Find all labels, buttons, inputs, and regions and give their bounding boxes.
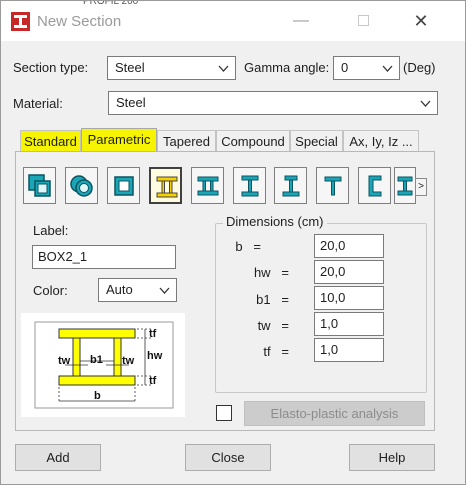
asymmetric-i-icon xyxy=(397,176,413,196)
dim-name: tw xyxy=(257,318,271,333)
box-girder-diagram-icon: tf hw tw b1 tw tf b xyxy=(34,321,174,409)
dim-name: b xyxy=(235,239,243,254)
background-window-peek: PROFIL 200 xyxy=(83,1,139,7)
gamma-unit-label: (Deg) xyxy=(403,60,436,75)
t-section-icon xyxy=(324,176,342,196)
material-value: Steel xyxy=(116,95,146,110)
add-button[interactable]: Add xyxy=(15,444,101,471)
dimensions-title: Dimensions (cm) xyxy=(223,214,327,229)
diagram-label-hw: hw xyxy=(147,350,163,362)
dim-label-tw: tw = xyxy=(219,318,289,333)
label-caption: Label: xyxy=(33,223,69,238)
dim-label-b1: b1 = xyxy=(219,292,289,307)
shape-i-beam-button[interactable] xyxy=(233,167,266,204)
i-beam-narrow-icon xyxy=(282,175,300,197)
dim-name: tf xyxy=(263,344,271,359)
color-value: Auto xyxy=(106,282,133,297)
shape-strip-scroll-right[interactable]: > xyxy=(415,178,427,196)
tab-standard[interactable]: Standard xyxy=(20,130,81,152)
title-bar: PROFIL 200 New Section — ✕ xyxy=(1,1,465,41)
minimize-button[interactable]: — xyxy=(281,7,321,35)
window-title: New Section xyxy=(37,13,122,30)
close-window-button[interactable]: ✕ xyxy=(401,7,441,35)
diagram-label-tw-right: tw xyxy=(122,355,135,367)
elasto-plastic-checkbox[interactable] xyxy=(216,405,232,421)
dim-input-tf[interactable]: 1,0 xyxy=(314,338,384,362)
shape-double-tube-button[interactable] xyxy=(65,167,98,204)
dim-name: hw xyxy=(253,265,271,280)
dim-input-b1[interactable]: 10,0 xyxy=(314,286,384,310)
elasto-plastic-analysis-button[interactable]: Elasto-plastic analysis xyxy=(244,401,425,426)
shape-i-beam-wide-button[interactable] xyxy=(191,167,224,204)
tab-parametric[interactable]: Parametric xyxy=(81,128,157,152)
dim-label-tf: tf = xyxy=(219,344,289,359)
app-icon xyxy=(11,12,30,31)
dim-input-b[interactable]: 20,0 xyxy=(314,234,384,258)
material-label: Material: xyxy=(13,96,63,111)
chevron-down-icon xyxy=(159,287,170,294)
diagram-label-tf-top: tf xyxy=(149,328,157,340)
shape-t-section-button[interactable] xyxy=(316,167,349,204)
shape-double-box-button[interactable] xyxy=(23,167,56,204)
shape-box-button[interactable] xyxy=(107,167,140,204)
i-beam-wide-icon xyxy=(197,176,219,196)
dim-label-hw: hw = xyxy=(219,265,289,280)
maximize-button[interactable] xyxy=(343,7,383,35)
diagram-label-tw-left: tw xyxy=(58,355,71,367)
chevron-down-icon xyxy=(382,65,393,72)
section-diagram: tf hw tw b1 tw tf b xyxy=(21,313,185,417)
color-caption: Color: xyxy=(33,283,68,298)
diagram-label-b: b xyxy=(94,390,101,402)
gamma-angle-label: Gamma angle: xyxy=(244,60,330,75)
dim-name: b1 xyxy=(256,292,271,307)
double-tube-icon xyxy=(70,175,93,197)
dim-input-tw[interactable]: 1,0 xyxy=(314,312,384,336)
close-button[interactable]: Close xyxy=(185,444,271,471)
channel-icon xyxy=(368,175,382,197)
label-input[interactable]: BOX2_1 xyxy=(32,245,176,269)
gamma-angle-select[interactable]: 0 xyxy=(333,56,400,80)
dim-input-hw[interactable]: 20,0 xyxy=(314,260,384,284)
dim-eq: = xyxy=(281,292,289,307)
section-type-value: Steel xyxy=(115,60,145,75)
new-section-dialog: PROFIL 200 New Section — ✕ Section type:… xyxy=(0,0,466,485)
double-box-icon xyxy=(28,174,51,197)
shape-channel-button[interactable] xyxy=(358,167,391,204)
box-icon xyxy=(114,176,134,196)
gamma-angle-value: 0 xyxy=(341,60,349,75)
diagram-label-b1: b1 xyxy=(90,354,103,366)
chevron-down-icon xyxy=(218,65,229,72)
tab-ax-iy-iz[interactable]: Ax, Iy, Iz ... xyxy=(343,130,419,152)
dim-eq: = xyxy=(281,318,289,333)
color-select[interactable]: Auto xyxy=(98,278,177,302)
tab-special[interactable]: Special xyxy=(290,130,343,152)
tab-tapered[interactable]: Tapered xyxy=(157,130,216,152)
dim-eq: = xyxy=(253,239,261,254)
shape-i-beam-narrow-button[interactable] xyxy=(274,167,307,204)
shape-i-beam-selected-button[interactable] xyxy=(149,167,182,204)
chevron-down-icon xyxy=(420,100,431,107)
i-beam-icon xyxy=(241,175,259,197)
tab-compound[interactable]: Compound xyxy=(216,130,290,152)
dim-eq: = xyxy=(281,344,289,359)
dim-eq: = xyxy=(281,265,289,280)
diagram-label-tf-bottom: tf xyxy=(149,375,157,387)
section-type-label: Section type: xyxy=(13,60,89,75)
material-select[interactable]: Steel xyxy=(108,91,438,115)
i-beam-selected-icon xyxy=(156,176,178,198)
help-button[interactable]: Help xyxy=(349,444,435,471)
shape-asymmetric-i-button[interactable] xyxy=(394,167,416,204)
section-type-select[interactable]: Steel xyxy=(107,56,236,80)
maximize-icon xyxy=(357,15,369,27)
dim-label-b: b = xyxy=(191,239,261,254)
